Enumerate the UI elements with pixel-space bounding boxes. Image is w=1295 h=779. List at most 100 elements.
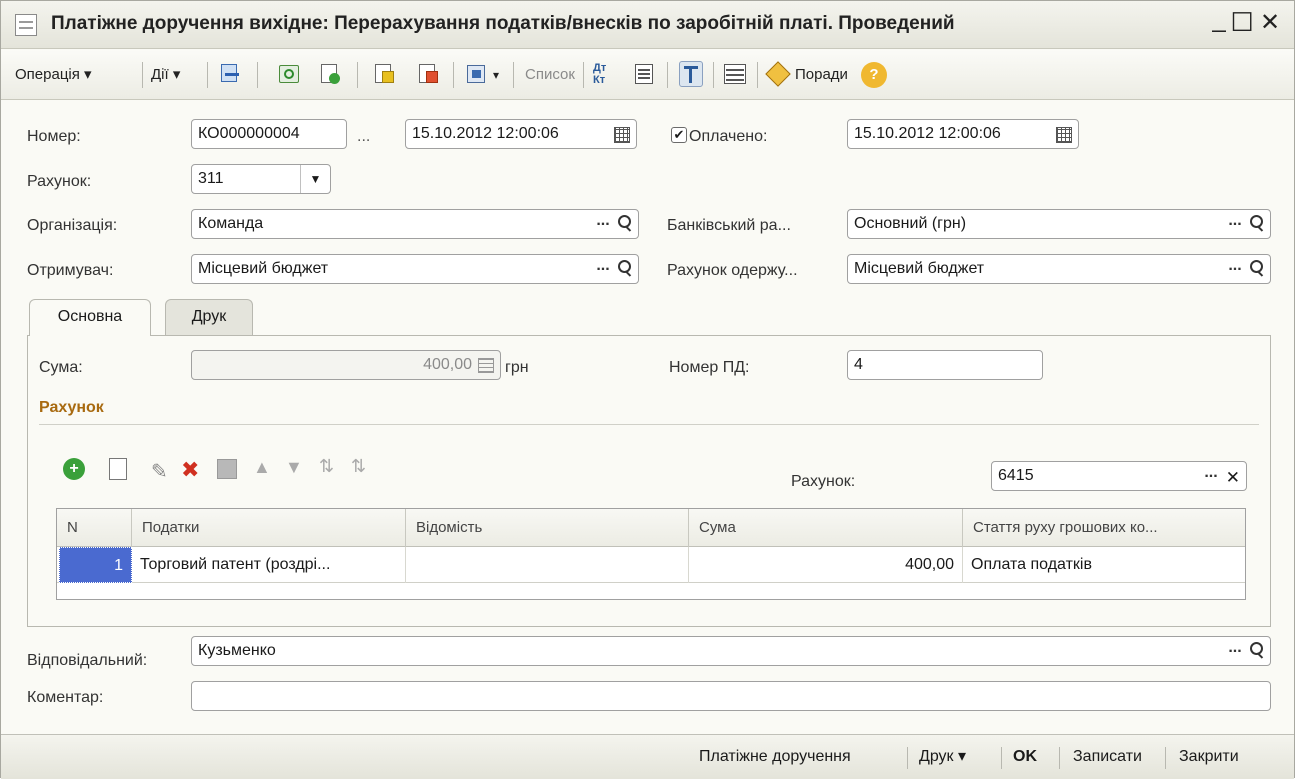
select-button[interactable]: ... — [1200, 464, 1222, 488]
tips-icon[interactable] — [765, 61, 791, 87]
bank-account-label: Банківський ра... — [667, 217, 791, 234]
search-icon[interactable] — [1248, 641, 1266, 661]
select-button[interactable]: ... — [592, 257, 614, 281]
pd-number-label: Номер ПД: — [669, 359, 750, 376]
row-number-cell[interactable]: 1 — [59, 547, 132, 583]
responsible-label: Відповідальний: — [27, 652, 148, 669]
select-button[interactable]: ... — [1224, 639, 1246, 663]
sort-descending-icon[interactable]: ⇅ — [351, 456, 366, 477]
tax-cell[interactable]: Торговий патент (роздрі... — [132, 547, 406, 583]
recipient-account-field[interactable]: Місцевий бюджет ... — [847, 254, 1271, 284]
comment-field[interactable] — [191, 681, 1271, 711]
tips-button[interactable]: Поради — [795, 62, 848, 88]
calculator-icon — [478, 358, 494, 373]
comment-label: Коментар: — [27, 689, 104, 706]
input-on-basis-icon[interactable] — [465, 61, 489, 87]
unpost-icon[interactable] — [417, 61, 441, 87]
section-divider — [39, 424, 1259, 425]
operation-menu[interactable]: Операція ▾ — [15, 62, 92, 88]
move-up-icon[interactable]: ▲ — [253, 457, 271, 478]
refresh-icon[interactable] — [277, 61, 301, 87]
select-button[interactable]: ... — [592, 212, 614, 236]
bank-account-field[interactable]: Основний (грн) ... — [847, 209, 1271, 239]
column-header-sum[interactable]: Сума — [689, 509, 963, 547]
toolbar-separator — [207, 62, 208, 88]
bottom-separator — [1059, 747, 1060, 769]
statement-cell[interactable] — [406, 547, 689, 583]
chevron-down-icon[interactable]: ▼ — [300, 165, 330, 193]
calendar-icon[interactable] — [614, 127, 630, 143]
document-icon — [15, 14, 37, 36]
number-field[interactable]: КО000000004 — [191, 119, 347, 149]
bottom-separator — [1165, 747, 1166, 769]
select-button[interactable]: ... — [1224, 257, 1246, 281]
calendar-icon[interactable] — [1056, 127, 1072, 143]
copy-row-icon[interactable] — [109, 458, 127, 480]
close-button[interactable]: ✕ — [1257, 10, 1283, 36]
list-button[interactable]: Список — [525, 62, 575, 88]
post-and-close-icon[interactable] — [219, 61, 243, 87]
dt-kt-icon[interactable]: Дт Кт — [593, 62, 617, 88]
column-header-statement[interactable]: Відомість — [406, 509, 689, 547]
toolbar-separator — [257, 62, 258, 88]
structure-icon[interactable] — [723, 61, 747, 87]
post-icon[interactable] — [373, 61, 397, 87]
bottom-separator — [1001, 747, 1002, 769]
close-form-button[interactable]: Закрити — [1179, 745, 1239, 769]
print-menu[interactable]: Друк ▾ — [919, 745, 966, 769]
toolbar: Операція ▾ Дії ▾ ▾ Список Дт Кт Поради ? — [1, 50, 1294, 100]
paid-date-field[interactable]: 15.10.2012 12:00:06 — [847, 119, 1079, 149]
column-header-n[interactable]: N — [57, 509, 132, 547]
column-header-taxes[interactable]: Податки — [132, 509, 406, 547]
toolbar-separator — [757, 62, 758, 88]
sort-ascending-icon[interactable]: ⇅ — [319, 456, 334, 477]
taxes-table: N Податки Відомість Сума Стаття руху гро… — [56, 508, 1246, 600]
search-icon[interactable] — [616, 214, 634, 234]
table-header: N Податки Відомість Сума Стаття руху гро… — [57, 509, 1245, 547]
paid-checkbox[interactable]: ✔ — [671, 127, 687, 143]
pd-number-field[interactable]: 4 — [847, 350, 1043, 380]
organization-field[interactable]: Команда ... — [191, 209, 639, 239]
delete-icon[interactable]: ✖ — [181, 457, 199, 483]
report-icon[interactable] — [633, 61, 657, 87]
ok-button[interactable]: OK — [1013, 745, 1037, 769]
bank-account-value: Основний (грн) — [854, 215, 967, 232]
recipient-field[interactable]: Місцевий бюджет ... — [191, 254, 639, 284]
number-label: Номер: — [27, 128, 81, 145]
recipient-value: Місцевий бюджет — [198, 260, 329, 277]
text-format-icon[interactable] — [679, 61, 703, 87]
edit-icon[interactable]: ✎ — [151, 459, 168, 484]
copy-icon[interactable] — [319, 61, 343, 87]
search-icon[interactable] — [1248, 214, 1266, 234]
table-row[interactable]: 1 Торговий патент (роздрі... 400,00 Опла… — [57, 547, 1245, 583]
payment-order-button[interactable]: Платіжне доручення — [699, 745, 851, 769]
date-field[interactable]: 15.10.2012 12:00:06 — [405, 119, 637, 149]
actions-menu[interactable]: Дії ▾ — [151, 62, 180, 88]
move-down-icon[interactable]: ▼ — [285, 457, 303, 478]
grid-account-field[interactable]: 6415 ... ✕ — [991, 461, 1247, 491]
currency-label: грн — [505, 359, 529, 376]
column-header-cashflow[interactable]: Стаття руху грошових ко... — [963, 509, 1246, 547]
clear-icon[interactable]: ✕ — [1226, 464, 1240, 490]
account-value: 311 — [198, 170, 224, 187]
number-dots[interactable]: ... — [357, 128, 370, 146]
sum-label: Сума: — [39, 359, 83, 376]
maximize-button[interactable]: ☐ — [1229, 9, 1255, 35]
help-icon[interactable]: ? — [861, 62, 887, 88]
end-edit-icon[interactable] — [217, 459, 237, 479]
select-button[interactable]: ... — [1224, 212, 1246, 236]
cashflow-cell[interactable]: Оплата податків — [963, 547, 1246, 583]
toolbar-separator — [667, 62, 668, 88]
add-icon[interactable]: + — [63, 458, 85, 480]
recipient-label: Отримувач: — [27, 262, 114, 279]
account-select[interactable]: 311 ▼ — [191, 164, 331, 194]
sum-cell[interactable]: 400,00 — [689, 547, 963, 583]
tab-print[interactable]: Друк — [165, 299, 253, 335]
search-icon[interactable] — [1248, 259, 1266, 279]
save-button[interactable]: Записати — [1073, 745, 1142, 769]
responsible-field[interactable]: Кузьменко ... — [191, 636, 1271, 666]
toolbar-separator — [453, 62, 454, 88]
tab-main[interactable]: Основна — [29, 299, 151, 336]
search-icon[interactable] — [616, 259, 634, 279]
input-on-basis-dropdown[interactable]: ▾ — [493, 62, 499, 88]
